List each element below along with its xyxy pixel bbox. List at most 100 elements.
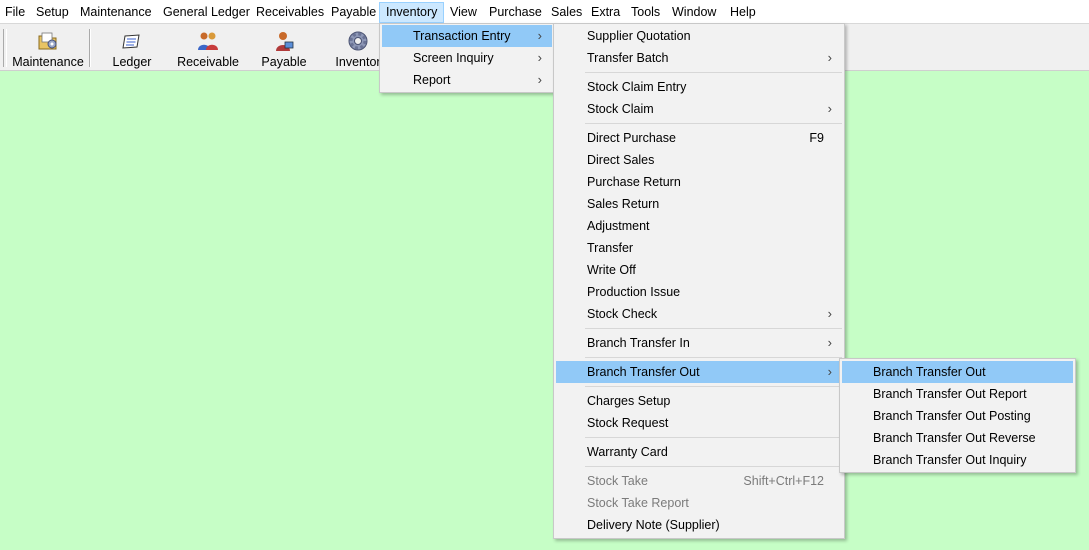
menu-item-transfer-batch[interactable]: Transfer Batch ›: [556, 47, 842, 69]
menu-separator: [585, 72, 842, 73]
menu-item-label: Stock Take: [587, 474, 648, 488]
toolbar-payable-button[interactable]: Payable: [252, 26, 316, 69]
menu-item-label: Write Off: [587, 263, 636, 277]
menu-item-label: Direct Sales: [587, 153, 655, 167]
shortcut-label: F9: [809, 131, 824, 145]
ledger-book-icon: [121, 30, 143, 52]
menu-extra[interactable]: Extra: [585, 3, 626, 22]
toolbar-separator: [89, 29, 91, 67]
inventory-menu: Transaction Entry › Screen Inquiry › Rep…: [379, 23, 555, 93]
menu-item-label: Branch Transfer Out Reverse: [873, 431, 1036, 445]
menu-item-transaction-entry[interactable]: Transaction Entry ›: [382, 25, 552, 47]
menu-item-screen-inquiry[interactable]: Screen Inquiry ›: [382, 47, 552, 69]
menu-separator: [585, 123, 842, 124]
menu-item-label: Transaction Entry: [413, 29, 511, 43]
menu-sales[interactable]: Sales: [545, 3, 588, 22]
toolbar-maintenance-button[interactable]: Maintenance: [9, 26, 87, 69]
chevron-right-icon: ›: [827, 306, 832, 321]
menu-item-label: Branch Transfer Out: [587, 365, 700, 379]
menu-item-label: Branch Transfer In: [587, 336, 690, 350]
menu-item-write-off[interactable]: Write Off: [556, 259, 842, 281]
menu-item-branch-transfer-out[interactable]: Branch Transfer Out ›: [556, 361, 842, 383]
menu-item-label: Branch Transfer Out Report: [873, 387, 1027, 401]
menu-item-label: Charges Setup: [587, 394, 671, 408]
menu-file[interactable]: File: [0, 3, 31, 22]
menu-item-production-issue[interactable]: Production Issue: [556, 281, 842, 303]
menu-item-label: Transfer: [587, 241, 634, 255]
menu-item-charges-setup[interactable]: Charges Setup: [556, 390, 842, 412]
menu-item-direct-purchase[interactable]: Direct Purchase F9: [556, 127, 842, 149]
toolbar-ledger-label: Ledger: [112, 55, 152, 69]
menu-item-delivery-note-supplier[interactable]: Delivery Note (Supplier): [556, 514, 842, 536]
menu-item-label: Supplier Quotation: [587, 29, 691, 43]
menu-item-label: Sales Return: [587, 197, 660, 211]
menu-separator: [585, 386, 842, 387]
menu-item-label: Purchase Return: [587, 175, 681, 189]
menu-maintenance[interactable]: Maintenance: [74, 3, 158, 22]
menu-item-stock-request[interactable]: Stock Request: [556, 412, 842, 434]
toolbar-grip[interactable]: [3, 29, 7, 67]
menu-item-label: Production Issue: [587, 285, 681, 299]
menu-view[interactable]: View: [444, 3, 483, 22]
menu-item-branch-transfer-out-report[interactable]: Branch Transfer Out Report: [842, 383, 1073, 405]
menu-item-label: Stock Request: [587, 416, 669, 430]
toolbar-maintenance-label: Maintenance: [12, 55, 84, 69]
menu-setup[interactable]: Setup: [30, 3, 75, 22]
toolbar-payable-label: Payable: [261, 55, 307, 69]
menu-item-label: Adjustment: [587, 219, 650, 233]
folder-gear-icon: [37, 30, 59, 52]
menu-item-direct-sales[interactable]: Direct Sales: [556, 149, 842, 171]
menu-item-supplier-quotation[interactable]: Supplier Quotation: [556, 25, 842, 47]
menu-item-label: Stock Claim: [587, 102, 654, 116]
menu-item-label: Transfer Batch: [587, 51, 669, 65]
menu-item-stock-check[interactable]: Stock Check ›: [556, 303, 842, 325]
branch-transfer-out-menu: Branch Transfer Out Branch Transfer Out …: [839, 358, 1076, 473]
toolbar-receivable-label: Receivable: [177, 55, 239, 69]
menu-item-label: Stock Claim Entry: [587, 80, 687, 94]
chevron-right-icon: ›: [827, 364, 832, 379]
gear-icon: [347, 30, 369, 52]
menu-item-stock-take-report: Stock Take Report: [556, 492, 842, 514]
menu-item-branch-transfer-in[interactable]: Branch Transfer In ›: [556, 332, 842, 354]
menu-item-branch-transfer-out-posting[interactable]: Branch Transfer Out Posting: [842, 405, 1073, 427]
menu-item-label: Report: [413, 73, 451, 87]
menu-item-label: Stock Check: [587, 307, 658, 321]
menu-item-report[interactable]: Report ›: [382, 69, 552, 91]
chevron-right-icon: ›: [827, 335, 832, 350]
menu-item-label: Screen Inquiry: [413, 51, 494, 65]
menu-general-ledger[interactable]: General Ledger: [157, 3, 256, 22]
menu-item-label: Branch Transfer Out: [873, 365, 986, 379]
transaction-entry-menu: Supplier Quotation Transfer Batch › Stoc…: [553, 23, 845, 539]
menu-item-adjustment[interactable]: Adjustment: [556, 215, 842, 237]
chevron-right-icon: ›: [827, 50, 832, 65]
menu-item-transfer[interactable]: Transfer: [556, 237, 842, 259]
chevron-right-icon: ›: [827, 101, 832, 116]
menu-payable[interactable]: Payable: [325, 3, 382, 22]
menu-tools[interactable]: Tools: [625, 3, 666, 22]
menu-purchase[interactable]: Purchase: [483, 3, 548, 22]
menu-separator: [585, 328, 842, 329]
menu-receivables[interactable]: Receivables: [250, 3, 330, 22]
menu-item-stock-claim[interactable]: Stock Claim ›: [556, 98, 842, 120]
menu-item-purchase-return[interactable]: Purchase Return: [556, 171, 842, 193]
toolbar-ledger-button[interactable]: Ledger: [100, 26, 164, 69]
menu-item-warranty-card[interactable]: Warranty Card: [556, 441, 842, 463]
menu-help[interactable]: Help: [724, 3, 762, 22]
menu-item-sales-return[interactable]: Sales Return: [556, 193, 842, 215]
toolbar-receivable-button[interactable]: Receivable: [170, 26, 246, 69]
menu-item-branch-transfer-out-inquiry[interactable]: Branch Transfer Out Inquiry: [842, 449, 1073, 471]
people-icon: [197, 30, 219, 52]
menu-item-branch-transfer-out-entry[interactable]: Branch Transfer Out: [842, 361, 1073, 383]
menu-separator: [585, 437, 842, 438]
menu-separator: [585, 357, 842, 358]
menu-item-label: Warranty Card: [587, 445, 668, 459]
menu-item-label: Branch Transfer Out Posting: [873, 409, 1031, 423]
person-money-icon: [273, 30, 295, 52]
chevron-right-icon: ›: [537, 50, 542, 65]
menu-inventory[interactable]: Inventory: [379, 2, 445, 23]
menu-item-branch-transfer-out-reverse[interactable]: Branch Transfer Out Reverse: [842, 427, 1073, 449]
menu-item-label: Stock Take Report: [587, 496, 689, 510]
menu-item-stock-claim-entry[interactable]: Stock Claim Entry: [556, 76, 842, 98]
chevron-right-icon: ›: [537, 72, 542, 87]
menu-window[interactable]: Window: [666, 3, 722, 22]
